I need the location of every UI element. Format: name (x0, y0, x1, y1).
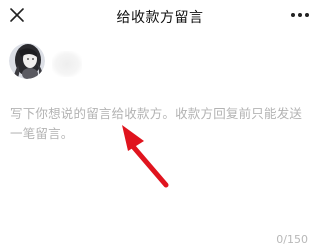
recipient-name-blurred (52, 51, 82, 77)
more-icon (291, 13, 309, 17)
top-bar: 给收款方留言 (0, 0, 320, 34)
message-input[interactable]: 写下你想说的留言给收款方。收款方回复前只能发送一笔留言。 (10, 104, 310, 148)
page-title: 给收款方留言 (116, 10, 204, 26)
more-button[interactable] (288, 5, 312, 25)
avatar (9, 43, 45, 79)
avatar-image (9, 43, 45, 79)
